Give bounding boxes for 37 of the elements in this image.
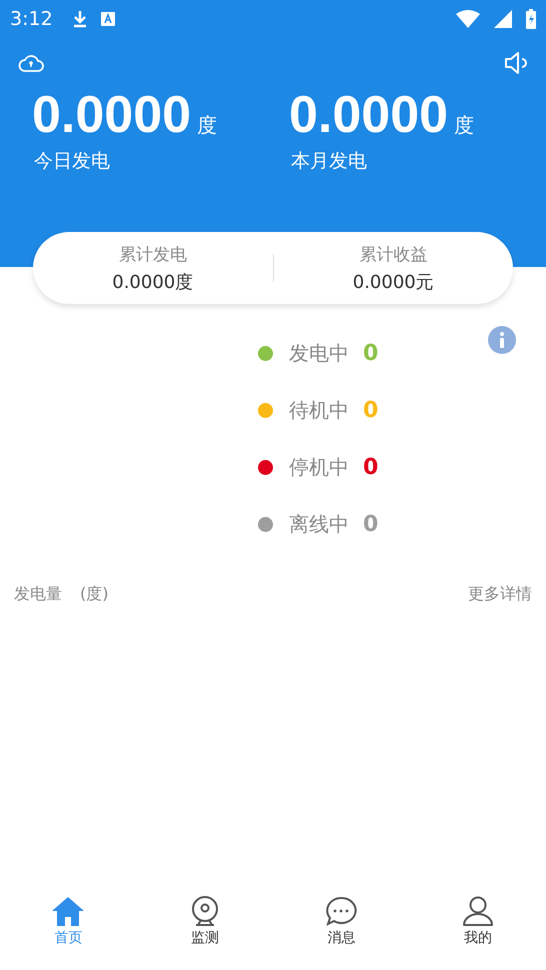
home-icon	[51, 896, 86, 926]
energy-value: 0.0000	[289, 85, 448, 146]
info-icon[interactable]	[488, 326, 516, 354]
chart-title: 发电量	[14, 584, 62, 605]
energy-label: 今日发电	[33, 149, 111, 174]
status-label: 待机中	[289, 396, 349, 424]
energy-unit: 度	[454, 112, 474, 139]
status-count: 0	[363, 398, 378, 422]
total-value: 0.0000度	[112, 270, 194, 294]
status-count: 0	[363, 512, 378, 536]
energy-label: 本月发电	[290, 149, 368, 174]
cloud-icon[interactable]	[18, 53, 44, 73]
more-details-link[interactable]: 更多详情	[468, 584, 532, 605]
download-icon	[72, 10, 87, 28]
status-time: 3:12	[10, 8, 53, 30]
total-value: 0.0000元	[352, 270, 434, 294]
nav-tab[interactable]: 我的	[410, 896, 546, 962]
status-count: 0	[363, 340, 378, 366]
status-label: 发电中	[289, 340, 349, 366]
nav-tab[interactable]: 监测	[136, 896, 273, 962]
signal-icon	[494, 10, 512, 28]
nav-tab[interactable]: 消息	[273, 896, 410, 962]
person-icon	[462, 896, 494, 926]
battery-icon	[526, 9, 536, 29]
status-count: 0	[363, 454, 378, 480]
status-label: 离线中	[289, 510, 349, 538]
status-label: 停机中	[289, 454, 349, 480]
speaker-icon[interactable]	[504, 50, 530, 76]
total-label: 累计发电	[118, 244, 187, 266]
wifi-icon	[456, 10, 480, 28]
webcam-icon	[190, 896, 220, 926]
chat-icon	[325, 896, 358, 926]
total-label: 累计收益	[359, 244, 428, 266]
energy-value: 0.0000	[32, 85, 192, 146]
keyboard-icon	[100, 12, 115, 26]
energy-unit: 度	[197, 112, 218, 139]
chart-unit: (度)	[80, 584, 108, 605]
